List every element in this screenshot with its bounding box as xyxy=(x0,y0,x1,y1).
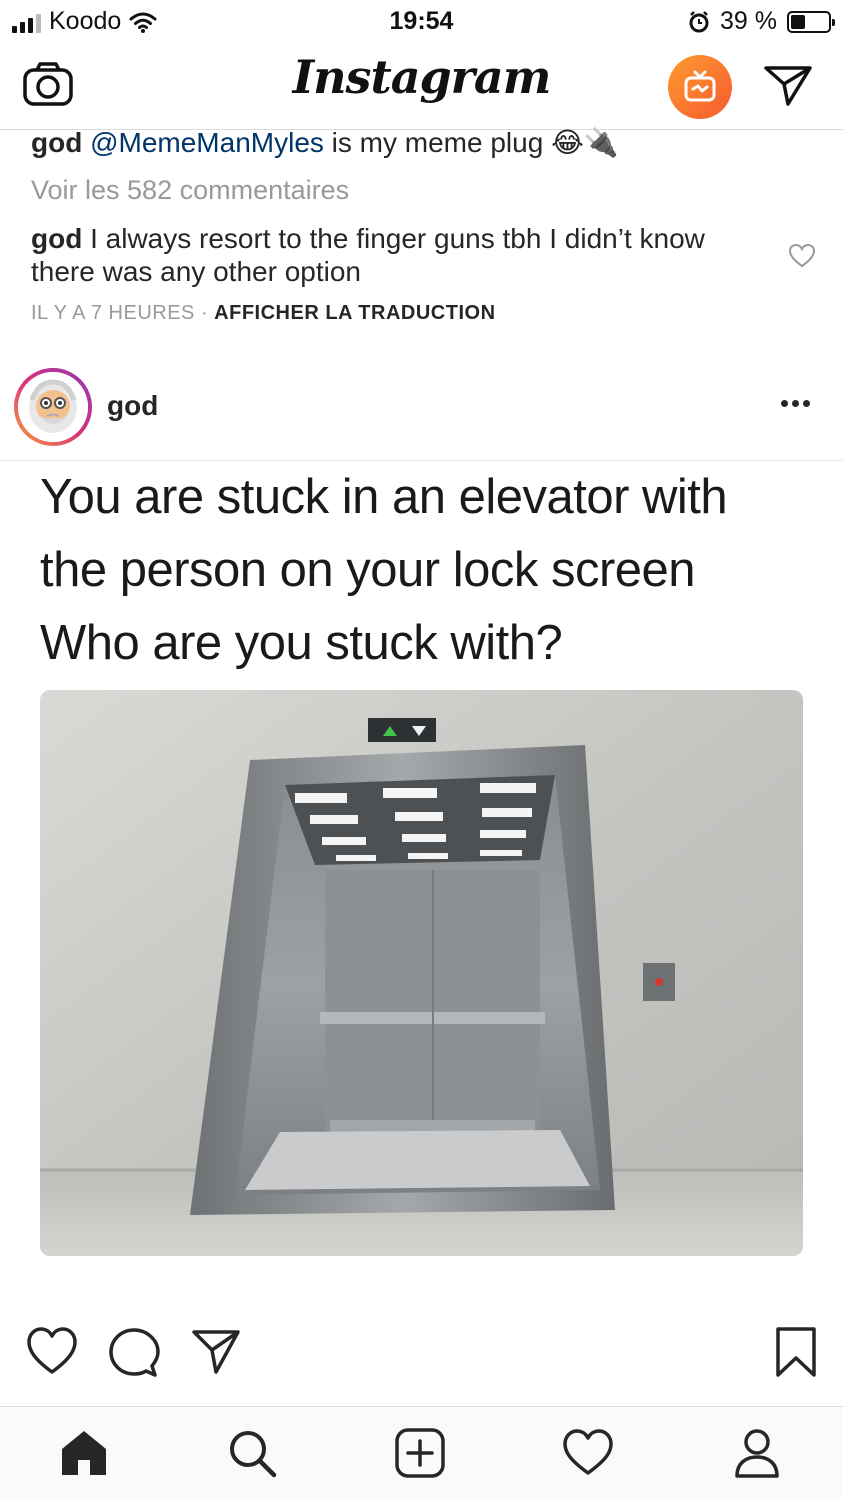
old-man-emoji-icon xyxy=(18,372,88,442)
comment-time: IL Y A 7 HEURES xyxy=(31,302,195,324)
comment-1: god @MemeManMyles is my meme plug 😂🔌 xyxy=(31,126,619,159)
battery-percent: 39 % xyxy=(720,7,777,35)
search-icon[interactable] xyxy=(226,1427,278,1479)
share-icon[interactable] xyxy=(190,1326,242,1376)
bottom-tab-bar xyxy=(0,1406,843,1499)
meme-line: the person on your lock screen xyxy=(40,543,696,597)
bookmark-icon[interactable] xyxy=(774,1326,818,1378)
avatar[interactable] xyxy=(14,368,92,446)
comment-meta: IL Y A 7 HEURES · AFFICHER LA TRADUCTION xyxy=(31,302,496,325)
meme-line: Who are you stuck with? xyxy=(40,616,563,670)
top-nav: Instagram xyxy=(0,42,843,130)
battery-icon xyxy=(787,10,835,33)
status-right: 39 % xyxy=(688,7,835,36)
view-all-comments-link[interactable]: Voir les 582 commentaires xyxy=(31,174,349,207)
more-options-icon[interactable] xyxy=(781,400,810,407)
activity-icon[interactable] xyxy=(562,1427,614,1479)
alarm-icon xyxy=(689,10,709,32)
heart-icon[interactable] xyxy=(26,1326,78,1376)
post-username[interactable]: god xyxy=(107,390,158,422)
igtv-icon[interactable] xyxy=(668,55,732,119)
home-icon[interactable] xyxy=(58,1427,110,1479)
add-icon[interactable] xyxy=(394,1427,446,1479)
comment-user[interactable]: god xyxy=(31,223,82,254)
profile-icon[interactable] xyxy=(731,1427,783,1479)
meta-separator: · xyxy=(194,302,215,324)
comment-user[interactable]: god xyxy=(31,127,82,158)
comment-text: I always resort to the finger guns tbh I… xyxy=(31,223,705,287)
post-image[interactable]: You are stuck in an elevator with the pe… xyxy=(0,461,843,1303)
comment-icon[interactable] xyxy=(108,1326,160,1378)
translate-link[interactable]: AFFICHER LA TRADUCTION xyxy=(214,302,495,324)
comment-2: god I always resort to the finger guns t… xyxy=(31,222,761,288)
direct-icon[interactable] xyxy=(762,60,814,112)
comment-mention[interactable]: @MemeManMyles xyxy=(90,127,324,158)
meme-caption: You are stuck in an elevator with the pe… xyxy=(40,461,820,680)
meme-line: You are stuck in an elevator with xyxy=(40,470,728,524)
comment-text: is my meme plug 😂🔌 xyxy=(323,127,619,158)
igtv-glyph xyxy=(684,70,716,102)
status-bar: Koodo 19:54 39 % xyxy=(0,0,843,42)
elevator-photo xyxy=(40,690,803,1256)
avatar-image xyxy=(18,372,88,442)
comment-like-icon[interactable] xyxy=(788,242,816,270)
